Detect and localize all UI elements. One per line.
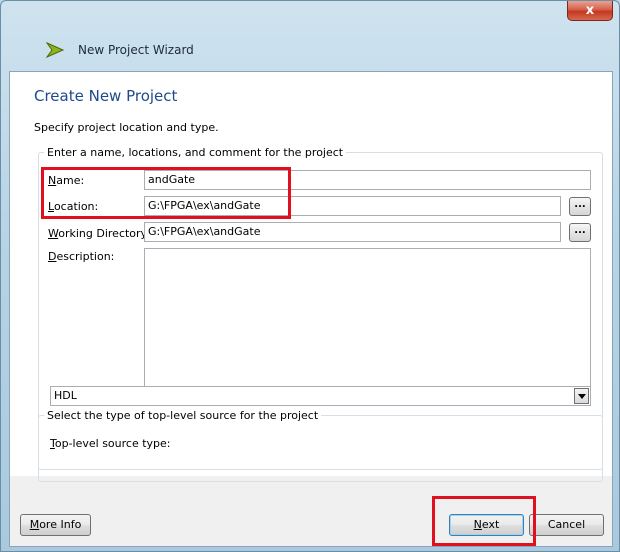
- location-input[interactable]: G:\FPGA\ex\andGate: [144, 196, 561, 216]
- next-button[interactable]: Next: [449, 514, 524, 536]
- source-type-legend: Select the type of top-level source for …: [47, 409, 319, 422]
- ise-wizard-arrow-icon: [46, 42, 64, 58]
- chevron-down-icon: [577, 393, 586, 399]
- wizard-window: New Project Wizard x Create New Project …: [0, 0, 620, 552]
- window-title: New Project Wizard: [78, 43, 194, 57]
- close-button[interactable]: x: [567, 1, 613, 21]
- description-textarea[interactable]: [144, 248, 591, 391]
- working-directory-label: Working Directory:: [48, 227, 150, 240]
- content-panel: Create New Project Specify project locat…: [10, 72, 612, 482]
- wizard-client-area: Create New Project Specify project locat…: [9, 71, 613, 547]
- name-label: Name:: [48, 174, 85, 187]
- location-browse-button[interactable]: ...: [569, 197, 591, 216]
- location-label: Location:: [48, 200, 99, 213]
- dropdown-arrow[interactable]: [574, 388, 589, 404]
- working-directory-input[interactable]: G:\FPGA\ex\andGate: [144, 222, 561, 242]
- page-title: Create New Project: [34, 87, 178, 105]
- description-label: Description:: [48, 250, 115, 263]
- name-input[interactable]: andGate: [144, 170, 591, 190]
- source-type-label: Top-level source type:: [50, 437, 171, 450]
- working-directory-browse-button[interactable]: ...: [569, 223, 591, 242]
- cancel-button[interactable]: Cancel: [529, 514, 604, 536]
- title-bar: New Project Wizard x: [1, 1, 619, 69]
- project-details-legend: Enter a name, locations, and comment for…: [47, 146, 344, 159]
- page-description: Specify project location and type.: [34, 121, 219, 134]
- more-info-button[interactable]: More Info: [20, 514, 91, 536]
- source-type-value: HDL: [54, 389, 77, 402]
- source-type-select[interactable]: HDL: [50, 386, 591, 406]
- close-icon: x: [585, 3, 595, 18]
